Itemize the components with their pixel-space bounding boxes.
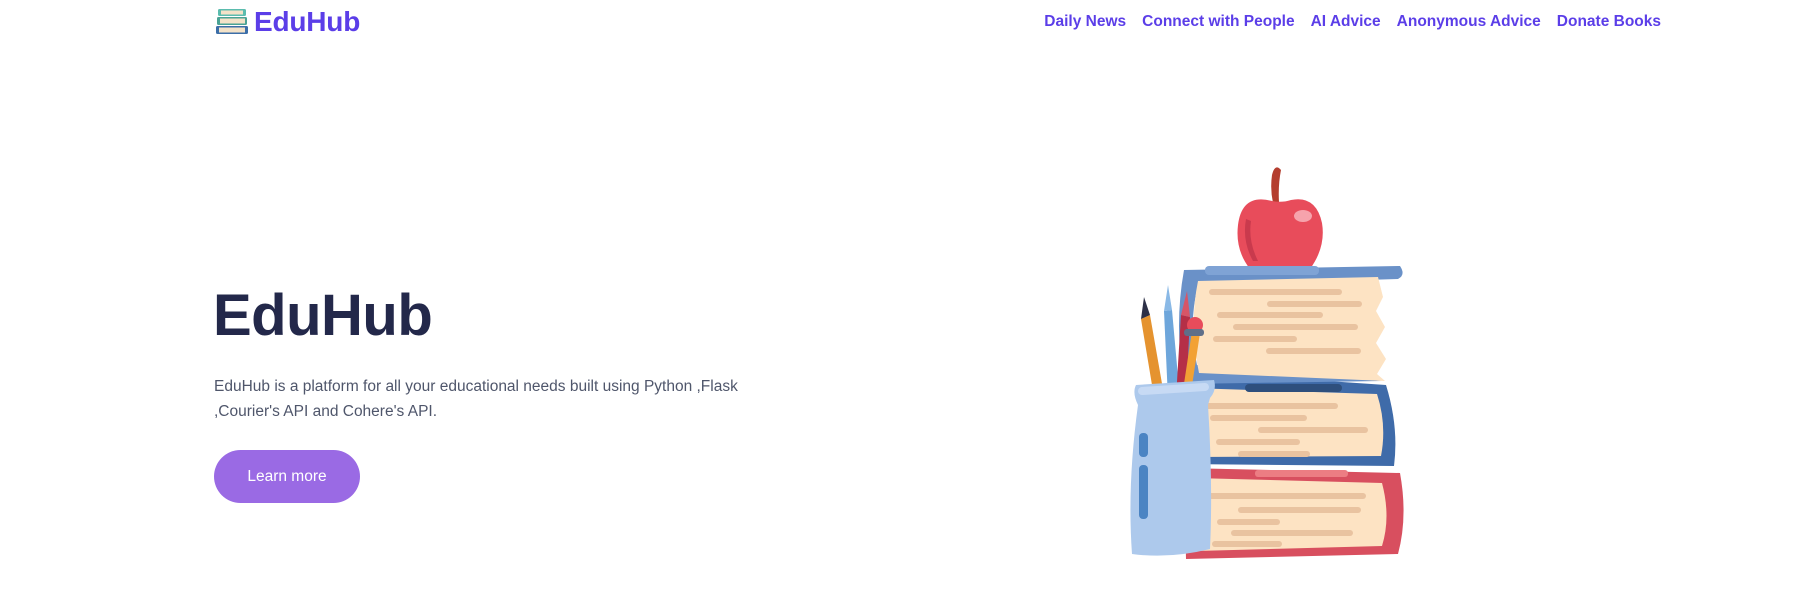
books-stack-icon bbox=[216, 9, 248, 34]
books-apple-pencils-illustration bbox=[1130, 167, 1404, 559]
page: EduHub Daily News Connect with People AI… bbox=[0, 0, 1813, 615]
nav-anonymous-advice[interactable]: Anonymous Advice bbox=[1397, 13, 1541, 31]
hero-description: EduHub is a platform for all your educat… bbox=[214, 378, 738, 420]
brand-name: EduHub bbox=[254, 6, 361, 37]
nav-daily-news[interactable]: Daily News bbox=[1044, 13, 1126, 31]
brand-link[interactable]: EduHub bbox=[214, 6, 360, 38]
apple-graphic bbox=[1205, 167, 1323, 275]
learn-more-button[interactable]: Learn more bbox=[214, 450, 360, 503]
red-book-graphic bbox=[1184, 468, 1404, 559]
nav-donate-books[interactable]: Donate Books bbox=[1557, 13, 1661, 31]
nav-connect-with-people[interactable]: Connect with People bbox=[1142, 13, 1294, 31]
hero-title: EduHub bbox=[213, 283, 433, 348]
nav-ai-advice[interactable]: AI Advice bbox=[1311, 13, 1381, 31]
top-book-graphic bbox=[1179, 266, 1403, 384]
jar-graphic bbox=[1130, 380, 1215, 556]
navbar: EduHub Daily News Connect with People AI… bbox=[0, 0, 1813, 48]
main-nav: Daily News Connect with People AI Advice… bbox=[1044, 13, 1661, 31]
